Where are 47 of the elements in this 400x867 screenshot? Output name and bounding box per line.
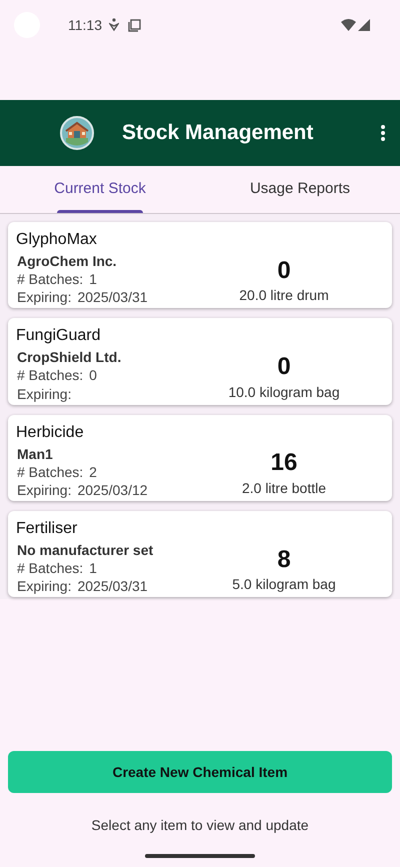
hint-text: Select any item to view and update xyxy=(90,816,310,835)
tab[interactable]: Current Stock xyxy=(0,166,200,213)
stock-item-card[interactable]: FungiGuard CropShield Ltd. # Batches: 0 Expiring: 0 10.0 kilogram bag xyxy=(8,318,392,405)
unit-size: 20.0 litre drum xyxy=(239,286,329,306)
batches-label: # Batches: xyxy=(17,270,84,288)
unit-size: 5.0 kilogram bag xyxy=(232,575,336,594)
stock-quantity: 16 xyxy=(270,449,298,478)
expiring-label: Expiring: xyxy=(17,288,72,306)
expiring-label: Expiring: xyxy=(17,384,72,403)
unit-size: 10.0 kilogram bag xyxy=(228,382,340,402)
item-name: FungiGuard xyxy=(16,326,102,346)
unit-size: 2.0 litre bottle xyxy=(242,479,326,498)
screen-icon xyxy=(128,18,141,32)
stock-quantity: 0 xyxy=(277,256,291,286)
batches-label: # Batches: xyxy=(17,366,84,385)
stock-item-card[interactable]: GlyphoMax AgroChem Inc. # Batches: 1 Expiring: 2025/03/31 0 20.0 litre drum xyxy=(8,222,392,308)
more-menu-icon[interactable] xyxy=(380,124,386,142)
stock-item-card[interactable]: Fertiliser No manufacturer set # Batches: 1 Expiring: 2025/03/31 8 5.0 kilogram bag xyxy=(8,511,392,598)
app-title: Stock Management xyxy=(122,120,314,146)
manufacturer: No manufacturer set xyxy=(17,540,154,560)
batches-label: # Batches: xyxy=(17,462,84,481)
batches-count: 2 xyxy=(89,462,97,481)
status-time: 11:13 xyxy=(68,16,102,34)
wifi-icon xyxy=(341,19,356,31)
manufacturer: AgroChem Inc. xyxy=(17,252,118,270)
expiry-date: 2025/03/31 xyxy=(77,288,148,306)
manufacturer: CropShield Ltd. xyxy=(17,348,122,366)
tab[interactable]: Usage Reports xyxy=(200,166,400,213)
item-name: Herbicide xyxy=(16,422,85,443)
stock-item-card[interactable]: Herbicide Man1 # Batches: 2 Expiring: 2025/03/12 16 2.0 litre bottle xyxy=(8,414,392,502)
signal-icon xyxy=(358,19,370,31)
item-name: Fertiliser xyxy=(16,519,78,540)
batches-count: 1 xyxy=(89,270,97,288)
batches-count: 0 xyxy=(89,366,97,385)
batches-count: 1 xyxy=(89,559,97,578)
expiry-date: 2025/03/31 xyxy=(77,577,148,596)
create-item-button[interactable]: Create New Chemical Item xyxy=(8,751,392,793)
batches-label: # Batches: xyxy=(17,559,84,578)
logo xyxy=(60,116,94,150)
manufacturer: Man1 xyxy=(17,444,54,463)
expiring-label: Expiring: xyxy=(17,480,72,500)
expiry-date: 2025/03/12 xyxy=(77,480,148,500)
item-name: GlyphoMax xyxy=(16,230,98,250)
expiring-label: Expiring: xyxy=(17,577,72,596)
stock-quantity: 8 xyxy=(277,546,291,574)
accessibility-icon xyxy=(109,18,119,32)
stock-quantity: 0 xyxy=(277,352,291,382)
